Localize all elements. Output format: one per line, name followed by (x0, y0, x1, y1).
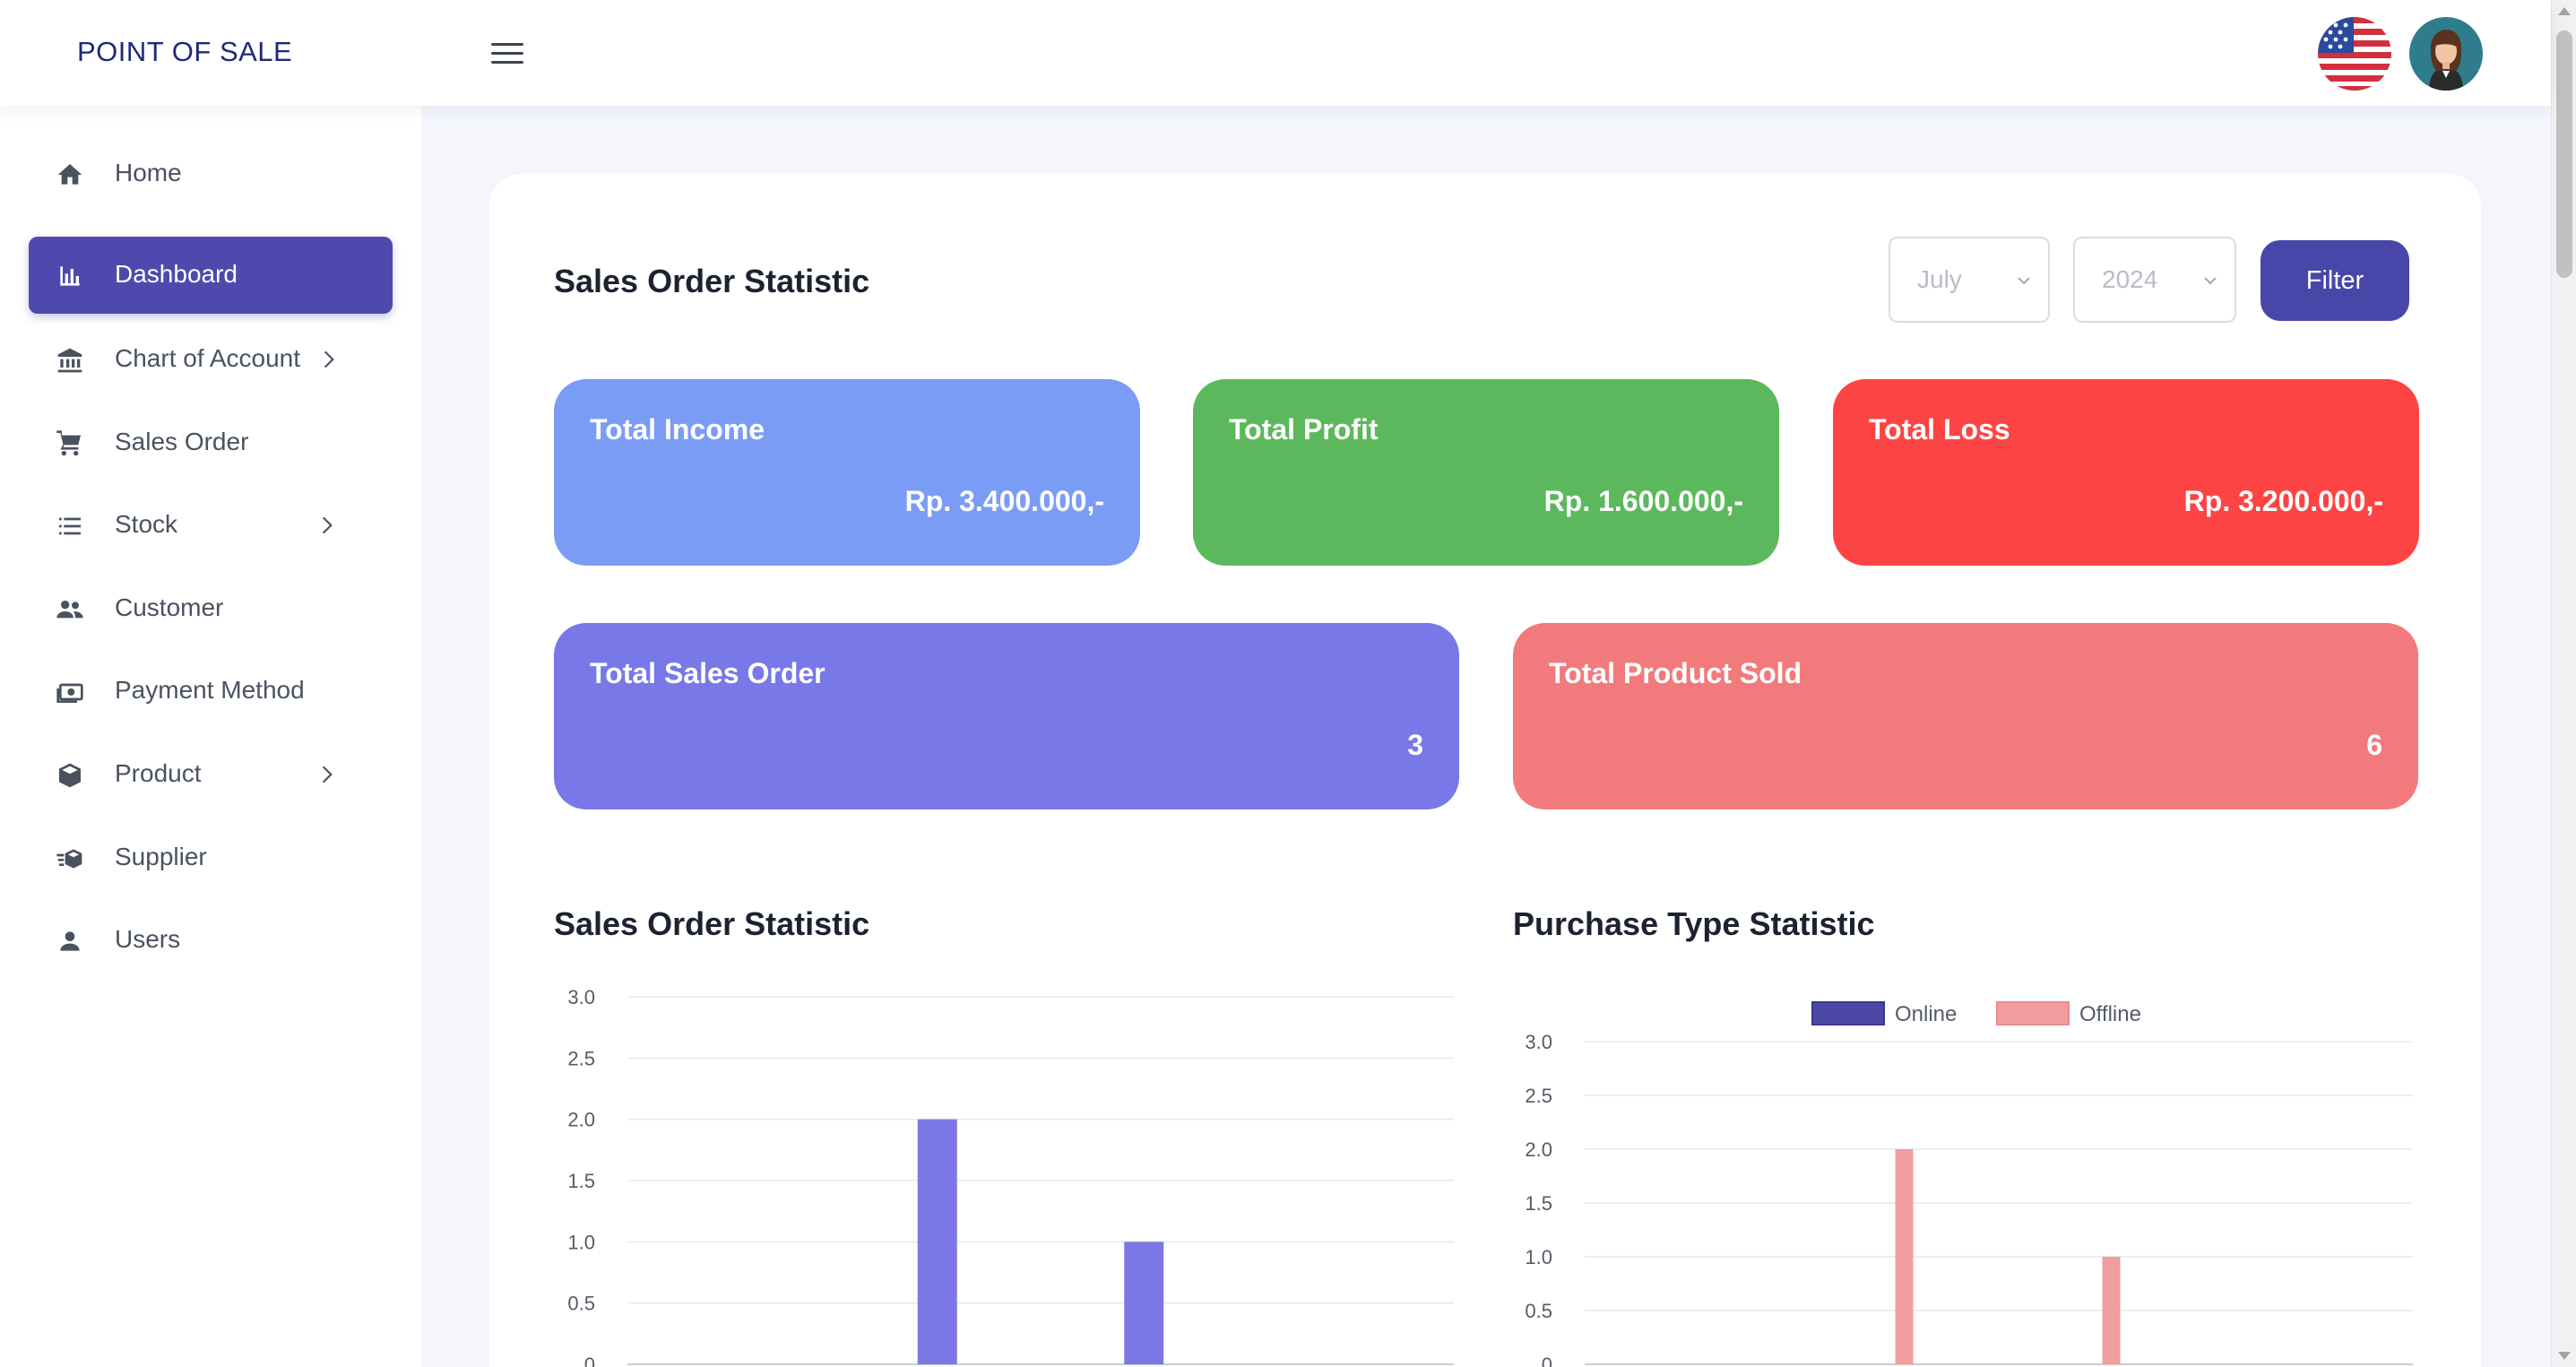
us-flag-icon[interactable] (2318, 17, 2391, 91)
user-avatar-icon[interactable] (2409, 17, 2483, 91)
legend-label: Offline (2079, 1002, 2141, 1026)
stat-value: Rp. 1.600.000,- (1543, 485, 1743, 517)
y-tick-label: 1.5 (567, 1170, 595, 1192)
sidebar-item-sales-order[interactable]: Sales Order (29, 404, 393, 481)
sidebar-item-label: Product (115, 759, 202, 787)
y-tick-label: 1.0 (567, 1231, 595, 1253)
y-tick-label: 1.5 (1525, 1192, 1552, 1215)
vertical-scrollbar[interactable] (2551, 0, 2576, 1367)
scroll-up-icon[interactable] (2558, 7, 2571, 15)
total-loss-card: Total Loss Rp. 3.200.000,- (1833, 379, 2419, 566)
total-income-card: Total Income Rp. 3.400.000,- (554, 379, 1140, 566)
sidebar-item-label: Users (115, 925, 181, 953)
sidebar-item-label: Supplier (115, 843, 207, 870)
hamburger-menu-icon[interactable] (491, 43, 523, 68)
chevron-right-icon (317, 348, 341, 371)
cart-icon (56, 429, 84, 458)
y-tick-label: 3.0 (1525, 1031, 1552, 1053)
total-product-sold-card: Total Product Sold 6 (1513, 623, 2418, 809)
month-select[interactable]: July (1889, 237, 2050, 323)
bar (917, 1119, 957, 1364)
y-tick-label: 0.5 (567, 1293, 595, 1315)
stat-value: 3 (1407, 729, 1423, 761)
total-profit-card: Total Profit Rp. 1.600.000,- (1193, 379, 1779, 566)
stat-value: Rp. 3.200.000,- (2183, 485, 2383, 517)
sidebar-item-label: Customer (115, 593, 224, 621)
y-tick-label: 1.0 (1525, 1246, 1552, 1268)
legend-swatch (1811, 1001, 1885, 1025)
y-tick-label: 2.0 (567, 1109, 595, 1131)
filter-button[interactable]: Filter (2260, 240, 2409, 321)
year-select-value: 2024 (2102, 265, 2158, 293)
sidebar-item-customer[interactable]: Customer (29, 570, 393, 647)
stat-value: Rp. 3.400.000,- (904, 485, 1104, 517)
stat-value: 6 (2366, 729, 2382, 761)
sidebar-item-label: Sales Order (115, 428, 249, 455)
y-tick-label: 3.0 (567, 986, 595, 1008)
y-tick-label: 0.5 (1525, 1300, 1552, 1322)
sidebar-item-payment-method[interactable]: Payment Method (29, 653, 393, 730)
brand-title[interactable]: POINT OF SALE (77, 36, 292, 68)
y-tick-label: 2.0 (1525, 1138, 1552, 1161)
bar-chart-icon (56, 262, 84, 290)
sidebar-item-label: Home (115, 159, 182, 186)
sidebar-item-stock[interactable]: Stock (29, 487, 393, 564)
stat-label: Total Sales Order (590, 657, 826, 689)
people-icon (56, 595, 84, 624)
top-header: POINT OF SALE (0, 0, 2551, 106)
chevron-down-icon (2016, 273, 2032, 289)
legend-label: Online (1895, 1002, 1957, 1026)
y-tick-label: 2.5 (1525, 1085, 1552, 1107)
bank-icon (56, 346, 84, 375)
box-icon (56, 761, 84, 790)
y-tick-label: 0 (1542, 1354, 1552, 1367)
stat-label: Total Loss (1869, 413, 2010, 446)
scrollbar-thumb[interactable] (2556, 30, 2572, 278)
list-icon (56, 512, 84, 541)
user-icon (56, 927, 84, 956)
sidebar-item-label: Chart of Account (115, 344, 301, 372)
chevron-right-icon (316, 514, 339, 537)
sidebar-item-label: Payment Method (115, 676, 305, 704)
y-tick-label: 0 (584, 1354, 595, 1367)
stat-label: Total Product Sold (1549, 657, 1802, 689)
payment-icon (56, 678, 84, 706)
total-sales-order-card: Total Sales Order 3 (554, 623, 1459, 809)
sidebar-item-dashboard[interactable]: Dashboard (29, 237, 393, 314)
sales-chart-title: Sales Order Statistic (554, 905, 870, 942)
sales-order-chart: 0 0.5 1.0 1.5 2.0 2.5 3.0 (567, 986, 1454, 1367)
bar (1895, 1149, 1914, 1364)
chevron-down-icon (2202, 273, 2218, 289)
sidebar-item-label: Stock (115, 510, 178, 538)
chevron-right-icon (316, 763, 339, 786)
stat-label: Total Profit (1229, 413, 1379, 446)
sidebar-item-supplier[interactable]: Supplier (29, 819, 393, 896)
stat-label: Total Income (590, 413, 765, 446)
bar (1124, 1242, 1164, 1364)
y-tick-label: 2.5 (567, 1047, 595, 1069)
bar (2102, 1257, 2121, 1364)
sidebar: Home Dashboard Chart of Account Sales Or… (0, 106, 421, 1367)
purchase-chart-title: Purchase Type Statistic (1513, 905, 1875, 942)
year-select[interactable]: 2024 (2073, 237, 2236, 323)
home-icon (56, 160, 84, 189)
sidebar-item-label: Dashboard (115, 260, 238, 288)
page-title: Sales Order Statistic (554, 263, 870, 299)
legend-swatch (1996, 1001, 2070, 1025)
sidebar-item-product[interactable]: Product (29, 736, 393, 813)
month-select-value: July (1917, 265, 1962, 293)
purchase-type-chart: 0 0.5 1.0 1.5 2.0 2.5 3.0 Online Offline (1525, 1001, 2413, 1367)
supplier-icon (56, 844, 84, 873)
scroll-down-icon[interactable] (2558, 1352, 2571, 1360)
sidebar-item-users[interactable]: Users (29, 902, 393, 979)
sidebar-item-chart-of-account[interactable]: Chart of Account (29, 321, 393, 398)
sidebar-item-home[interactable]: Home (29, 135, 393, 212)
